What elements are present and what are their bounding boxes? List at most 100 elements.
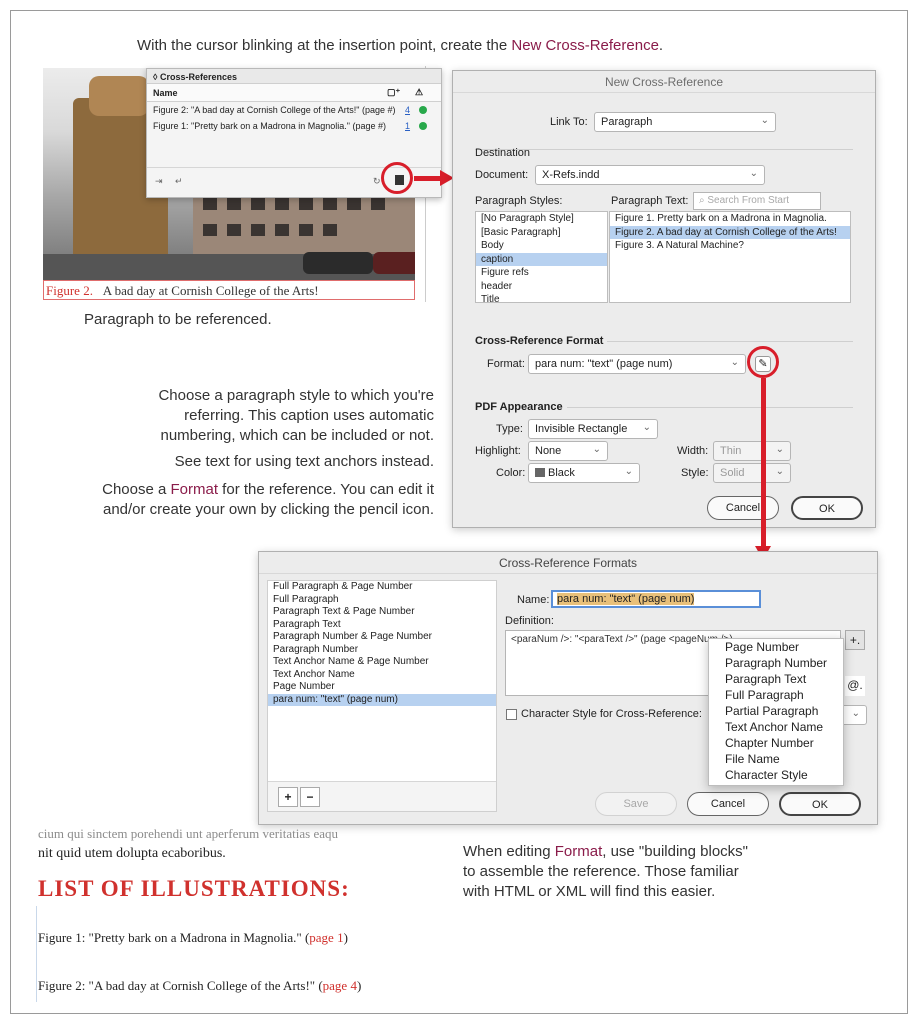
- formats-list[interactable]: Full Paragraph & Page Number Full Paragr…: [267, 580, 497, 812]
- menu-item[interactable]: Chapter Number: [709, 735, 843, 751]
- definition-label: Definition:: [505, 615, 554, 627]
- add-format-button[interactable]: +: [278, 787, 298, 807]
- panel-header: ◊ Cross-References: [147, 69, 441, 84]
- highlight-circle: [381, 162, 413, 194]
- name-input[interactable]: para num: "text" (page num): [551, 590, 761, 608]
- menu-item[interactable]: Character Style: [709, 767, 843, 783]
- building-blocks-button[interactable]: +.: [845, 630, 865, 650]
- dialog-title: Cross-Reference Formats: [259, 552, 877, 574]
- goto-source-icon[interactable]: ⇥: [155, 176, 163, 187]
- figure-caption: Figure 2. A bad day at Cornish College o…: [43, 280, 415, 300]
- style-label: Style:: [681, 467, 709, 479]
- remove-format-button[interactable]: −: [300, 787, 320, 807]
- save-button[interactable]: Save: [595, 792, 677, 816]
- format-item[interactable]: Paragraph Number: [268, 644, 496, 657]
- text-item[interactable]: Figure 2. A bad day at Cornish College o…: [610, 225, 850, 239]
- special-chars-icon[interactable]: @.: [845, 676, 865, 696]
- format-label: Format:: [487, 358, 525, 370]
- anchors-annotation: See text for using text anchors instead.: [174, 453, 434, 470]
- page-link[interactable]: page 4: [323, 978, 357, 993]
- highlight-select[interactable]: None ⌄: [528, 441, 608, 461]
- menu-item[interactable]: Partial Paragraph: [709, 703, 843, 719]
- new-cross-reference-dialog: New Cross-Reference Link To: Paragraph ⌄ …: [452, 70, 876, 528]
- format-select[interactable]: para num: "text" (page num) ⌄: [528, 354, 746, 374]
- building-blocks-menu: Page Number Paragraph Number Paragraph T…: [708, 638, 844, 786]
- text-item[interactable]: Figure 3. A Natural Machine?: [610, 239, 850, 253]
- cancel-button[interactable]: Cancel: [687, 792, 769, 816]
- pdf-section-label: PDF Appearance: [475, 401, 567, 413]
- document-select[interactable]: X-Refs.indd ⌄: [535, 165, 765, 185]
- width-select[interactable]: Thin ⌄: [713, 441, 791, 461]
- menu-item[interactable]: Paragraph Number: [709, 655, 843, 671]
- dialog-title: New Cross-Reference: [453, 71, 875, 93]
- width-label: Width:: [677, 445, 709, 457]
- highlight-label: Highlight:: [475, 445, 521, 457]
- style-item[interactable]: Title: [476, 293, 607, 307]
- destination-label: Destination: [475, 147, 531, 159]
- ok-button[interactable]: OK: [791, 496, 863, 520]
- type-label: Type:: [496, 423, 523, 435]
- char-style-checkbox[interactable]: [506, 709, 517, 720]
- paragraph-text-label: Paragraph Text:: [611, 195, 689, 207]
- type-select[interactable]: Invisible Rectangle ⌄: [528, 419, 658, 439]
- format-note: When editing Format, use "building block…: [463, 843, 748, 900]
- page-icon[interactable]: ▢⁺: [387, 87, 400, 98]
- red-arrow: [761, 378, 766, 548]
- menu-item[interactable]: File Name: [709, 751, 843, 767]
- format-item[interactable]: Paragraph Text: [268, 619, 496, 632]
- menu-item[interactable]: Full Paragraph: [709, 687, 843, 703]
- search-field[interactable]: ⌕ Search From Start: [693, 192, 821, 210]
- style-select[interactable]: Solid ⌄: [713, 463, 791, 483]
- style-annotation: Choose a paragraph style to which you're…: [158, 387, 434, 444]
- list-footer: + −: [268, 781, 496, 811]
- format-item[interactable]: Full Paragraph: [268, 594, 496, 607]
- faded-body-text: cium qui sinctem porehendi unt aperferum…: [38, 826, 338, 841]
- style-item[interactable]: header: [476, 280, 607, 294]
- color-label: Color:: [496, 467, 526, 479]
- page-link[interactable]: page 1: [309, 930, 343, 945]
- car: [303, 252, 373, 274]
- intro-text: With the cursor blinking at the insertio…: [137, 37, 664, 54]
- format-item[interactable]: Paragraph Number & Page Number: [268, 631, 496, 644]
- format-annotation: Choose a Format for the reference. You c…: [102, 481, 434, 518]
- style-item[interactable]: caption: [476, 252, 607, 266]
- xref-row[interactable]: Figure 2: "A bad day at Cornish College …: [147, 102, 441, 118]
- color-select[interactable]: Black ⌄: [528, 463, 640, 483]
- style-item[interactable]: Body: [476, 239, 607, 253]
- format-item[interactable]: Paragraph Text & Page Number: [268, 606, 496, 619]
- document-label: Document:: [475, 169, 529, 181]
- format-item[interactable]: Text Anchor Name & Page Number: [268, 656, 496, 669]
- format-item[interactable]: Page Number: [268, 681, 496, 694]
- goto-destination-icon[interactable]: ↵: [175, 176, 183, 187]
- format-item[interactable]: Text Anchor Name: [268, 669, 496, 682]
- style-item[interactable]: [No Paragraph Style]: [476, 212, 607, 226]
- illustration-entry: Figure 1: "Pretty bark on a Madrona in M…: [38, 930, 348, 945]
- link-to-select[interactable]: Paragraph ⌄: [594, 112, 776, 132]
- caption-note: Paragraph to be referenced.: [84, 311, 272, 328]
- format-item[interactable]: para num: "text" (page num): [268, 693, 496, 706]
- ok-button[interactable]: OK: [779, 792, 861, 816]
- text-item[interactable]: Figure 1. Pretty bark on a Madrona in Ma…: [610, 212, 850, 226]
- color-swatch: [535, 468, 545, 477]
- car: [373, 252, 415, 274]
- update-icon[interactable]: ↻: [373, 176, 381, 187]
- menu-item[interactable]: Page Number: [709, 639, 843, 655]
- body-text: nit quid utem dolupta ecaboribus.: [38, 846, 226, 861]
- paragraph-styles-list[interactable]: [No Paragraph Style] [Basic Paragraph] B…: [475, 211, 608, 305]
- name-label: Name:: [517, 594, 550, 606]
- warning-icon[interactable]: ⚠: [415, 87, 423, 98]
- style-item[interactable]: Figure refs: [476, 266, 607, 280]
- panel-menu-icon[interactable]: ◊: [153, 72, 160, 82]
- robot-head: [89, 76, 149, 116]
- destination-group: [475, 149, 853, 150]
- menu-item[interactable]: Paragraph Text: [709, 671, 843, 687]
- xref-row[interactable]: Figure 1: "Pretty bark on a Madrona in M…: [147, 118, 441, 134]
- illustration-entry: Figure 2: "A bad day at Cornish College …: [38, 978, 362, 993]
- menu-item[interactable]: Text Anchor Name: [709, 719, 843, 735]
- text-frame-edge: [36, 906, 37, 1002]
- style-item[interactable]: [Basic Paragraph]: [476, 226, 607, 240]
- paragraph-text-list[interactable]: Figure 1. Pretty bark on a Madrona in Ma…: [609, 211, 851, 303]
- cancel-button[interactable]: Cancel: [707, 496, 779, 520]
- format-item[interactable]: Full Paragraph & Page Number: [268, 581, 496, 594]
- format-section-label: Cross-Reference Format: [475, 335, 608, 347]
